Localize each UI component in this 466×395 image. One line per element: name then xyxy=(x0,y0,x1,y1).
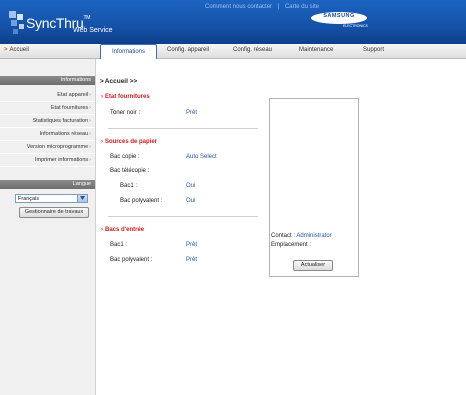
copy-tray-value: Auto Select xyxy=(186,154,217,160)
samsung-logo: SAMSUNG ELECTRONICS xyxy=(311,10,371,30)
location-label: Emplacement : xyxy=(271,242,312,248)
top-links: Comment nous contacter | Carte du site xyxy=(203,4,321,10)
refresh-button[interactable]: Actualiser xyxy=(293,260,333,271)
sidebar-item-network-info[interactable]: Informations réseau› xyxy=(0,128,95,141)
language-title: Langue xyxy=(0,180,95,189)
contact-link[interactable]: Comment nous contacter xyxy=(205,4,272,10)
tab-informations[interactable]: Informations xyxy=(100,44,157,59)
arrow-right-icon: > xyxy=(100,78,104,85)
tab-device-settings[interactable]: Config. appareil xyxy=(167,47,209,53)
tab-network-settings[interactable]: Config. réseau xyxy=(233,47,272,53)
sidebar-item-supplies-status[interactable]: Etat fournitures› xyxy=(0,102,95,115)
tray1-label: Bac1 : xyxy=(120,183,138,189)
contact-value: Administrator xyxy=(296,233,332,239)
sidebar-item-firmware-version[interactable]: Version microprogramme› xyxy=(0,141,95,154)
sidebar-item-print-info[interactable]: Imprimer informations› xyxy=(0,154,95,167)
supplies-section-title: › Etat fournitures xyxy=(101,94,150,100)
language-value: Français xyxy=(18,196,40,202)
multipurpose-tray-value: Oui xyxy=(186,198,196,204)
tab-maintenance[interactable]: Maintenance xyxy=(299,47,333,53)
device-image-panel xyxy=(269,98,359,277)
language-select[interactable]: Français xyxy=(15,194,88,203)
tab-support[interactable]: Support xyxy=(363,47,384,53)
header-banner: SyncThruTM Web Service Comment nous cont… xyxy=(0,0,466,44)
section-divider xyxy=(108,128,258,129)
sidebar-item-device-status[interactable]: Etat appareil› xyxy=(0,89,95,102)
input-tray1-status: Prêt xyxy=(186,242,198,248)
brand-subtitle: ELECTRONICS xyxy=(343,24,368,28)
job-manager-button[interactable]: Gestionnaire de travaux xyxy=(19,207,89,218)
arrow-right-icon: > xyxy=(4,47,8,53)
breadcrumb: >Accueil >> xyxy=(100,78,138,85)
sidebar: Informations Etat appareil› Etat fournit… xyxy=(0,59,96,395)
input-multipurpose-status: Prêt xyxy=(186,257,198,263)
multipurpose-tray-label: Bac polyvalent : xyxy=(120,198,163,204)
sidebar-item-billing-stats[interactable]: Statistiques facturation› xyxy=(0,115,95,128)
paper-sources-section-title: › Sources de papier xyxy=(101,139,158,145)
input-trays-section-title: › Bacs d'entrée xyxy=(101,227,145,233)
input-multipurpose-label: Bac polyvalent : xyxy=(110,257,153,263)
fax-tray-label: Bac télécopie : xyxy=(110,168,150,174)
copy-tray-label: Bac copie : xyxy=(110,154,140,160)
chevron-down-icon[interactable] xyxy=(77,195,87,202)
logo-subtitle: Web Service xyxy=(73,27,113,34)
toner-status: Prêt xyxy=(186,110,198,116)
home-link[interactable]: > Accueil xyxy=(4,47,29,53)
section-divider xyxy=(108,216,258,217)
sidebar-title: Informations xyxy=(0,76,95,85)
link-separator: | xyxy=(277,4,280,10)
brand-name: SAMSUNG xyxy=(323,13,355,19)
input-tray1-label: Bac1 : xyxy=(110,242,128,248)
tab-bar: > Accueil Informations Config. appareil C… xyxy=(0,44,466,59)
toner-label: Toner noir : xyxy=(110,110,141,116)
contact-row: Contact : Administrator xyxy=(271,233,332,239)
tray1-value: Oui xyxy=(186,183,196,189)
